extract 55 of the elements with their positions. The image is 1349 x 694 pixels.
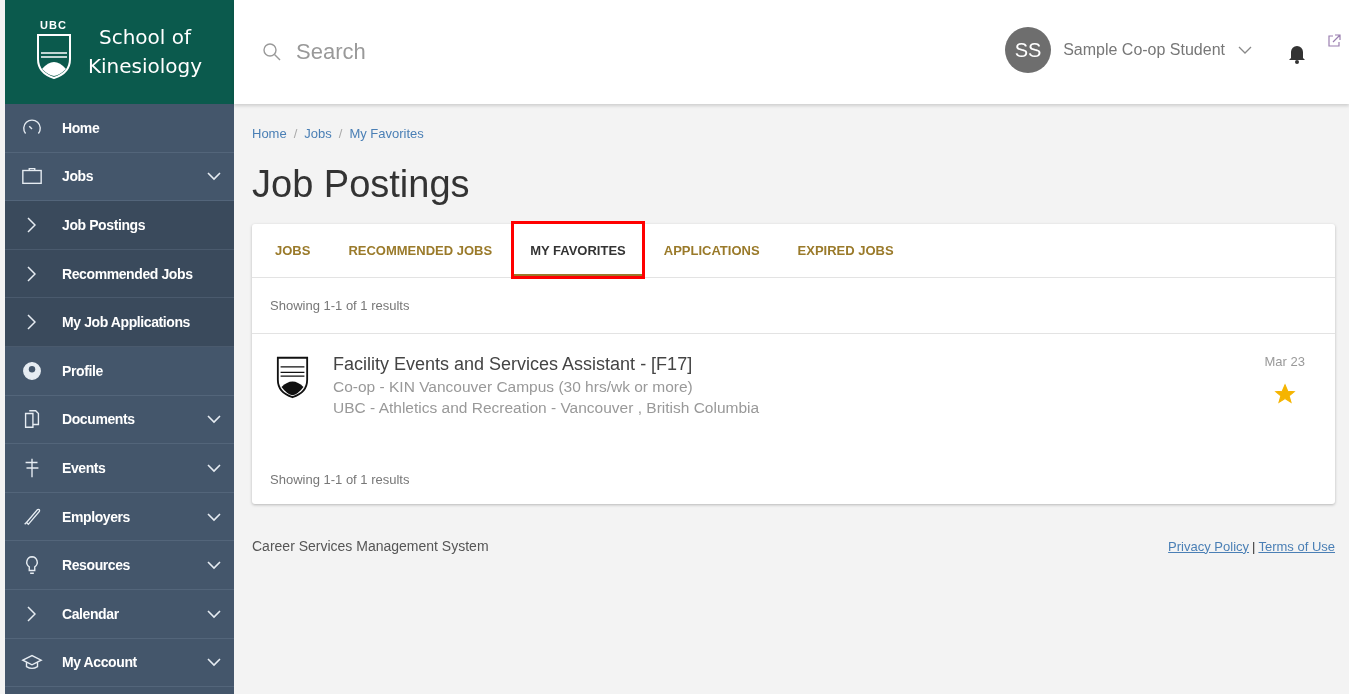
tab[interactable]: MY FAVORITES: [511, 221, 645, 279]
job-title-link[interactable]: Facility Events and Services Assistant - [F17]: [333, 354, 1265, 375]
user-menu[interactable]: Sample Co-op Student: [1063, 41, 1225, 59]
results-count: Showing 1-1 of 1 results: [269, 470, 411, 489]
chevron-down-icon: [206, 511, 222, 522]
sidebar-item[interactable]: Profile: [5, 346, 234, 396]
link-separator: |: [1252, 538, 1256, 554]
chevron-down-icon: [206, 560, 222, 571]
school-name: School of Kinesiology: [86, 24, 204, 80]
crest-label: UBC: [40, 19, 67, 31]
tab[interactable]: APPLICATIONS: [644, 224, 779, 277]
chevron-down-icon: [206, 171, 222, 182]
sidebar-item[interactable]: Events: [5, 444, 234, 493]
chevron-down-icon: [206, 657, 222, 668]
chevron-down-icon: [206, 462, 222, 473]
chevron-right-icon: [27, 314, 36, 331]
results-count: Showing 1-1 of 1 results: [252, 278, 1335, 334]
sidebar-item[interactable]: Home: [5, 104, 234, 153]
tab[interactable]: EXPIRED JOBS: [778, 224, 913, 277]
sidebar-item[interactable]: Resources: [5, 541, 234, 590]
chevron-right-icon: [27, 265, 36, 282]
search-icon: [262, 42, 282, 62]
sidebar-subitem[interactable]: My Job Applications: [5, 298, 234, 347]
breadcrumb-separator: /: [338, 126, 343, 141]
job-employer: UBC - Athletics and Recreation - Vancouver , British Columbia: [333, 399, 761, 417]
tab[interactable]: RECOMMENDED JOBS: [329, 224, 512, 277]
sidebar-subitem[interactable]: Job Postings: [5, 201, 234, 250]
posting-date: Mar 23: [1264, 354, 1305, 369]
breadcrumb-separator: /: [293, 126, 298, 141]
breadcrumb-link[interactable]: Home: [252, 126, 287, 141]
external-link-icon[interactable]: [1327, 34, 1341, 48]
chevron-right-icon: [27, 217, 36, 233]
breadcrumb-link[interactable]: Jobs: [304, 126, 332, 141]
chevron-right-icon: [27, 605, 36, 622]
privacy-policy-link[interactable]: Privacy Policy: [1168, 538, 1250, 554]
sidebar-item[interactable]: Documents: [5, 395, 234, 445]
job-type: Co-op - KIN Vancouver Campus (30 hrs/wk or more): [333, 378, 694, 396]
sidebar-subitem[interactable]: Recommended Jobs: [5, 249, 234, 299]
profile-icon: [21, 359, 43, 382]
sidebar-item[interactable]: My Account: [5, 638, 234, 688]
page-title: Job Postings: [252, 163, 471, 206]
favorite-star-icon[interactable]: [1273, 383, 1296, 405]
chevron-down-icon: [206, 414, 222, 425]
chevron-down-icon: [206, 608, 222, 619]
search-field[interactable]: Search: [294, 38, 598, 66]
sidebar-item[interactable]: Calendar: [5, 589, 234, 639]
terms-link[interactable]: Terms of Use: [1258, 538, 1335, 554]
sidebar-item[interactable]: Employers: [5, 492, 234, 542]
chevron-down-icon[interactable]: [1237, 45, 1253, 55]
tab[interactable]: JOBS: [256, 224, 330, 277]
breadcrumb-link[interactable]: My Favorites: [349, 126, 424, 141]
crest-icon: [36, 33, 72, 79]
user-avatar[interactable]: SS: [1005, 27, 1052, 73]
crest-icon: [276, 354, 309, 400]
footer-text: Career Services Management System: [252, 538, 489, 554]
